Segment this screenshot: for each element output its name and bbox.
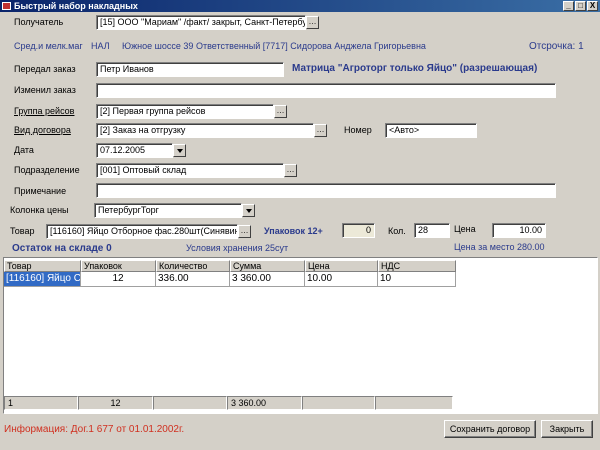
number-field[interactable]: <Авто>: [385, 123, 477, 138]
maximize-button[interactable]: □: [575, 1, 586, 11]
close-button[interactable]: Закрыть: [541, 420, 593, 438]
qty-label: Кол.: [388, 226, 406, 236]
address-label: Южное шоссе 39: [122, 41, 194, 51]
group-ellipsis-button[interactable]: …: [274, 105, 287, 118]
handed-field[interactable]: Петр Иванов: [96, 62, 284, 77]
table-row-goods-cell[interactable]: [116160] Яйцо С: [4, 272, 81, 287]
pack-field[interactable]: 0: [342, 223, 375, 238]
nal-label: НАЛ: [91, 41, 110, 51]
title-bar: Быстрый набор накладных _ □ X: [0, 0, 600, 12]
group-label: Группа рейсов: [14, 106, 75, 116]
group-field[interactable]: [2] Первая группа рейсов: [96, 104, 274, 119]
handed-label: Передал заказ: [14, 64, 76, 74]
changed-field[interactable]: [96, 83, 556, 98]
footer-sum: 3 360.00: [227, 396, 302, 410]
stock-label: Остаток на складе 0: [12, 243, 112, 254]
number-label: Номер: [344, 125, 372, 135]
deferral-label: Отсрочка: 1: [529, 41, 584, 52]
date-dropdown-arrow-icon[interactable]: [173, 144, 186, 157]
footer-quantity: [153, 396, 227, 410]
note-label: Примечание: [14, 186, 67, 196]
table-row-packs-cell[interactable]: 12: [81, 272, 156, 287]
window-title: Быстрый набор накладных: [14, 1, 138, 11]
app-icon: [2, 2, 11, 10]
recipient-label: Получатель: [14, 17, 64, 27]
contract-field[interactable]: [2] Заказ на отгрузку: [96, 123, 314, 138]
footer-count: 1: [4, 396, 78, 410]
price-column-dropdown-arrow-icon[interactable]: [242, 204, 255, 217]
recipient-ellipsis-button[interactable]: …: [306, 16, 319, 29]
minimize-button[interactable]: _: [563, 1, 574, 11]
table-row-vat-cell[interactable]: 10: [378, 272, 456, 287]
date-label: Дата: [14, 145, 34, 155]
goods-ellipsis-button[interactable]: …: [238, 225, 251, 238]
changed-label: Изменил заказ: [14, 85, 76, 95]
price-per-place-label: Цена за место 280.00: [454, 242, 545, 252]
recipient-field[interactable]: [15] ООО "Мариам" /факт/ закрыт, Санкт-П…: [96, 15, 306, 30]
note-field[interactable]: [96, 183, 556, 198]
table-row-price-cell[interactable]: 10.00: [305, 272, 378, 287]
division-label: Подразделение: [14, 165, 80, 175]
contract-ellipsis-button[interactable]: …: [314, 124, 327, 137]
save-contract-button[interactable]: Сохранить договор: [444, 420, 536, 438]
col-header-vat[interactable]: НДС: [378, 260, 456, 272]
matrix-label: Матрица "Агроторг только Яйцо" (разрешаю…: [292, 63, 538, 74]
qty-field[interactable]: 28: [414, 223, 450, 238]
price-column-label: Колонка цены: [10, 205, 69, 215]
division-field[interactable]: [001] Оптовый склад: [96, 163, 284, 178]
contract-label: Вид договора: [14, 125, 71, 135]
responsible-label: Ответственный [7717] Сидорова Анджела Гр…: [196, 41, 426, 51]
col-header-quantity[interactable]: Количество: [156, 260, 230, 272]
price-column-select[interactable]: ПетербургТорг: [94, 203, 242, 218]
date-field[interactable]: 07.12.2005: [96, 143, 173, 158]
footer-vat: [375, 396, 453, 410]
pack-label: Упаковок 12+: [264, 226, 323, 236]
footer-packs: 12: [78, 396, 153, 410]
info-label: Информация: Дог.1 677 от 01.01.2002г.: [4, 424, 185, 435]
col-header-price[interactable]: Цена: [305, 260, 378, 272]
table-row-quantity-cell[interactable]: 336.00: [156, 272, 230, 287]
goods-field[interactable]: [116160] Яйцо Отборное фас.280шт(Синявин…: [46, 224, 238, 239]
close-window-button[interactable]: X: [587, 1, 598, 11]
items-grid[interactable]: Товар Упаковок Количество Сумма Цена НДС…: [3, 257, 598, 414]
price-label: Цена: [454, 224, 476, 234]
footer-price: [302, 396, 375, 410]
division-ellipsis-button[interactable]: …: [284, 164, 297, 177]
goods-label: Товар: [10, 226, 35, 236]
price-field[interactable]: 10.00: [492, 223, 546, 238]
table-row-sum-cell[interactable]: 3 360.00: [230, 272, 305, 287]
col-header-goods[interactable]: Товар: [4, 260, 81, 272]
col-header-sum[interactable]: Сумма: [230, 260, 305, 272]
col-header-packs[interactable]: Упаковок: [81, 260, 156, 272]
storage-label: Условия хранения 25сут: [186, 243, 289, 253]
means-label: Сред.и мелк.маг: [14, 41, 83, 51]
